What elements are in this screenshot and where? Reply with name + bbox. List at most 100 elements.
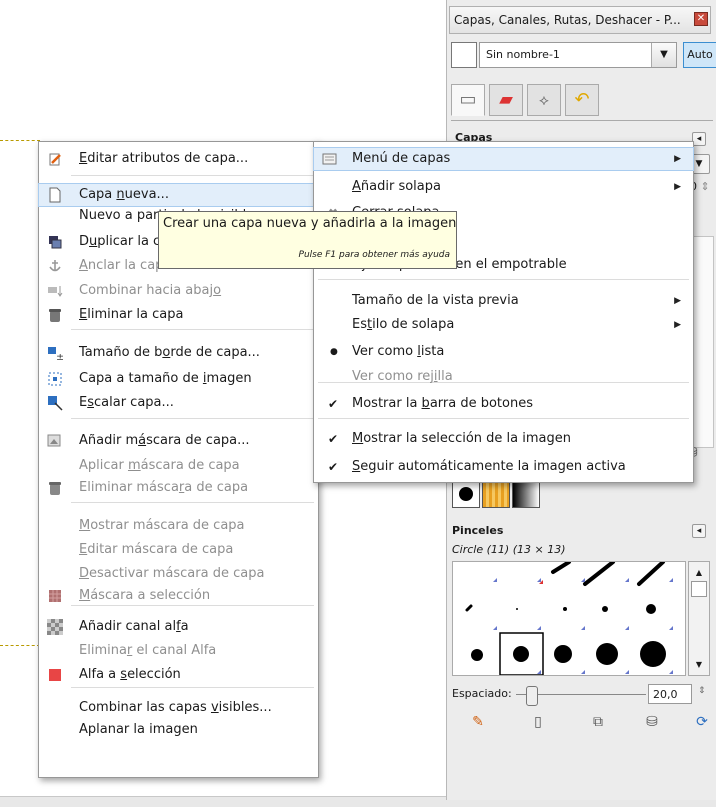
submenu-item[interactable]: ● Ver como lista (314, 341, 693, 363)
label-part: eguir automáticamente la imagen activa (360, 459, 626, 474)
menu-item-label: Máscara a selección (79, 585, 210, 607)
close-icon[interactable]: ✕ (694, 12, 708, 26)
main-menu-item[interactable]: Editar máscara de capa (39, 539, 318, 561)
label-part: áscara de capa (140, 458, 240, 473)
mnemonic: E (79, 542, 88, 557)
scroll-up-icon[interactable]: ▲ (689, 568, 709, 577)
image-thumbnail (451, 42, 477, 68)
label-part: elección (127, 667, 181, 682)
tab-layers[interactable]: ▭ (451, 84, 485, 116)
edit-brush-icon[interactable]: ✎ (468, 712, 488, 732)
label-part: ueva... (124, 187, 169, 202)
delete-brush-icon[interactable]: ⛁ (642, 712, 662, 732)
canvas-guide-bottom (0, 645, 40, 646)
spacing-slider[interactable] (516, 686, 646, 706)
label-part: a de capa (184, 480, 249, 495)
label-part: magen (206, 371, 252, 386)
pattern-swatch[interactable] (482, 480, 510, 508)
main-menu-item[interactable]: Alfa a selección (39, 664, 318, 686)
label-part: ista (420, 344, 445, 359)
brush-selected: Circle (11) (13 × 13) (452, 543, 566, 556)
alpha-to-selection-icon (47, 667, 63, 683)
tab-channels[interactable]: ▰ (489, 84, 523, 116)
submenu-item[interactable]: ✔ Mostrar la selección de la imagen (314, 428, 693, 450)
main-menu-item[interactable]: Capa a tamaño de imagen (39, 368, 318, 390)
menu-item-label: Añadir canal alfa (79, 616, 189, 638)
label-part: calar capa... (94, 395, 174, 410)
main-menu-item[interactable]: Escalar capa... (39, 392, 318, 414)
chevron-down-icon[interactable]: ▼ (651, 43, 676, 67)
main-menu-item[interactable]: Combinar hacia abajo (39, 280, 318, 302)
mnemonic: A (352, 179, 361, 194)
main-menu-item[interactable]: Aplicar máscara de capa (39, 455, 318, 477)
edit-icon (47, 151, 63, 167)
slider-handle[interactable] (526, 686, 538, 706)
main-menu-item[interactable]: Eliminar máscara de capa (39, 477, 318, 499)
main-menu-item[interactable]: Mostrar máscara de capa (39, 515, 318, 537)
dock-title: Capas, Canales, Rutas, Deshacer - P... ✕ (449, 6, 711, 34)
submenu-item[interactable]: ✔ Seguir automáticamente la imagen activa (314, 456, 693, 478)
label-part: Elimina (79, 643, 127, 658)
menu-separator (318, 279, 689, 280)
menu-item-label: Menú de capas (352, 148, 450, 170)
new-brush-icon[interactable]: ▯ (528, 712, 548, 732)
check-icon: ✔ (328, 460, 339, 474)
menu-item-label: Capa a tamaño de imagen (79, 368, 252, 390)
anchor-icon (47, 258, 63, 274)
auto-button[interactable]: Auto (683, 42, 716, 68)
main-menu-item[interactable]: Aplanar la imagen (39, 719, 318, 741)
brush-scrollbar[interactable]: ▲ ▼ (688, 561, 710, 676)
panel-menu-button[interactable]: ◂ (692, 132, 706, 146)
menu-separator (71, 175, 314, 176)
tab-undo[interactable]: ↶ (565, 84, 599, 116)
label-part: Menú de capas (352, 151, 451, 166)
label-part: Alfa a (79, 667, 121, 682)
label-part: el canal Alfa (132, 643, 217, 658)
mnemonic: o (213, 283, 222, 298)
menu-item-label: Editar atributos de capa... (79, 148, 248, 170)
scroll-thumb[interactable] (691, 581, 707, 597)
refresh-icon[interactable]: ⟳ (692, 712, 712, 732)
submenu-item[interactable]: Tamaño de la vista previa ▶ (314, 290, 693, 312)
brush-grid[interactable] (452, 561, 686, 676)
brushes-menu-button[interactable]: ◂ (692, 524, 706, 538)
main-menu-item[interactable]: Desactivar máscara de capa (39, 563, 318, 585)
main-menu-item[interactable]: Editar atributos de capa... (39, 148, 318, 170)
scroll-down-icon[interactable]: ▼ (689, 660, 709, 669)
main-menu-item[interactable]: Eliminar el canal Alfa (39, 640, 318, 662)
label-part: ostrar máscara de capa (90, 518, 245, 533)
main-menu-item[interactable]: Combinar las capas visibles... (39, 697, 318, 719)
label-part: scara de capa... (146, 433, 250, 448)
label-part: Aplicar (79, 458, 128, 473)
main-menu-item[interactable]: Eliminar la capa (39, 304, 318, 326)
main-menu-item[interactable]: Máscara a selección (39, 585, 318, 607)
fg-swatch[interactable] (452, 480, 480, 508)
label-part: Añadir m (79, 433, 139, 448)
merge-down-icon (47, 283, 63, 299)
gradient-swatch[interactable] (512, 480, 540, 508)
submenu-item[interactable]: Añadir solapa ▶ (314, 176, 693, 198)
menu-item-label: Eliminar máscara de capa (79, 477, 248, 499)
menu-item-label: Añadir máscara de capa... (79, 430, 250, 452)
image-menu[interactable]: Sin nombre-1 ▼ (479, 42, 677, 68)
add-mask-icon (47, 433, 63, 449)
submenu-item[interactable]: Menú de capas ▶ (313, 147, 694, 171)
submenu-item[interactable]: Estilo de solapa ▶ (314, 314, 693, 336)
spin-icon[interactable]: ⇕ (698, 686, 706, 696)
submenu-item[interactable]: Ver como rejilla (314, 366, 693, 388)
duplicate-brush-icon[interactable]: ⧉ (588, 712, 608, 732)
mnemonic: E (79, 151, 88, 166)
main-menu-item[interactable]: ± Tamaño de borde de capa... (39, 342, 318, 364)
label-part: Ver como (352, 344, 418, 359)
main-menu-item[interactable]: Añadir canal alfa (39, 616, 318, 638)
mnemonic: A (79, 258, 88, 273)
mnemonic: M (79, 518, 91, 533)
main-menu-item[interactable]: Capa nueva... (38, 183, 319, 207)
main-menu-item[interactable]: Añadir máscara de capa... (39, 430, 318, 452)
submenu-item[interactable]: ✔ Mostrar la barra de botones (314, 393, 693, 415)
label-part: Tamaño de la vista previa (352, 293, 519, 308)
mnemonic: E (79, 307, 88, 322)
label-part: a (180, 619, 189, 634)
spacing-input[interactable]: 20,0 (648, 684, 692, 704)
tab-paths[interactable]: ⟡ (527, 84, 561, 116)
